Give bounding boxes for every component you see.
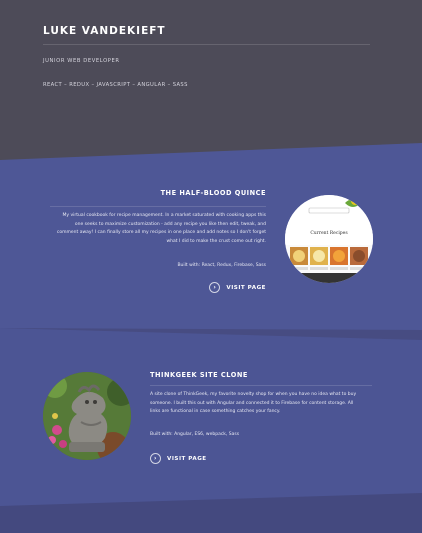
skills-list: REACT – REDUX – JAVASCRIPT – ANGULAR – S… [43, 82, 188, 88]
project-description: My virtual cookbook for recipe managemen… [26, 212, 266, 246]
project-title: THINKGEEK SITE CLONE [150, 371, 248, 379]
description-line: links are functional in case something c… [150, 409, 281, 414]
description-line: comment away! I can finally store all my… [56, 230, 266, 235]
project-section-1: THE HALF-BLOOD QUINCE My virtual cookboo… [0, 140, 422, 330]
header-divider [43, 44, 370, 45]
project-screenshot[interactable]: Current Recipes [285, 195, 373, 283]
project-divider [150, 385, 372, 386]
visit-page-label: VISIT PAGE [167, 455, 207, 462]
description-line: A site clone of ThinkGeek, my favorite n… [150, 392, 357, 397]
screenshot-heading: Current Recipes [310, 231, 348, 236]
description-line: My virtual cookbook for recipe managemen… [62, 213, 266, 218]
chevron-right-icon: › [209, 282, 221, 293]
description-line: someone. I built this out with Angular a… [150, 400, 354, 406]
project-tech-stack: Built with: Angular, ES6, webpack, Sass [150, 432, 240, 437]
visit-page-button[interactable]: › VISIT PAGE [150, 453, 207, 464]
visit-page-button[interactable]: › VISIT PAGE [209, 282, 266, 293]
dragon-statue-image [43, 372, 131, 460]
project-section-2: THINKGEEK SITE CLONE A site clone of Thi… [0, 328, 422, 506]
chevron-right-icon: › [150, 453, 161, 464]
project-divider [50, 206, 266, 207]
site-title: LUKE VANDEKIEFT [43, 25, 166, 37]
description-line: what I did to make the crust come out ri… [166, 238, 266, 244]
recipe-app-screenshot-image [285, 195, 373, 283]
description-line: one seeks to maximize customization - ad… [74, 221, 266, 227]
project-screenshot[interactable] [43, 372, 131, 460]
visit-page-label: VISIT PAGE [226, 284, 266, 291]
project-title: THE HALF-BLOOD QUINCE [160, 189, 266, 197]
project-tech-stack: Built with: React, Redux, Firebase, Sass [177, 263, 266, 268]
job-title: JUNIOR WEB DEVELOPER [43, 58, 120, 64]
project-description: A site clone of ThinkGeek, my favorite n… [150, 391, 378, 417]
